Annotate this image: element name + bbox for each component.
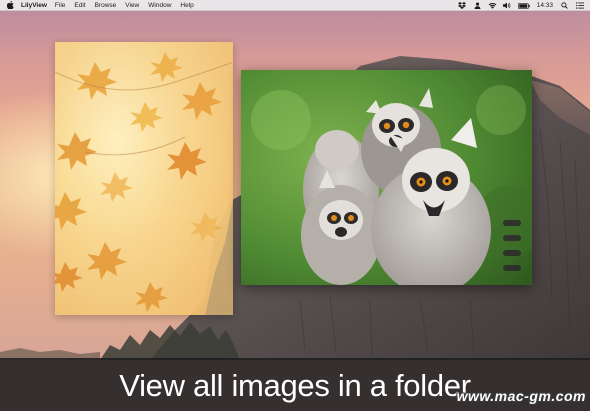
wifi-icon[interactable] [488, 1, 497, 10]
menu-file[interactable]: File [55, 2, 65, 9]
battery-icon[interactable] [518, 1, 531, 10]
image-window-lemurs[interactable] [241, 70, 532, 285]
status-area: 14:33 [458, 0, 590, 11]
list-icon[interactable] [575, 1, 584, 10]
menu-browse[interactable]: Browse [95, 2, 117, 9]
user-icon[interactable] [473, 1, 482, 10]
apple-icon[interactable] [7, 1, 15, 10]
autumn-leaves-image [55, 42, 233, 315]
menu-app-name[interactable]: LilyView [21, 2, 47, 9]
menu-window[interactable]: Window [148, 2, 171, 9]
watermark-text: www.mac-gm.com [456, 388, 586, 404]
volume-icon[interactable] [503, 1, 512, 10]
menu-help[interactable]: Help [180, 2, 193, 9]
caption-text: View all images in a folder [119, 367, 471, 403]
menu-edit[interactable]: Edit [74, 2, 85, 9]
lemurs-photo [241, 70, 532, 285]
dropbox-icon[interactable] [458, 1, 467, 10]
menu-clock[interactable]: 14:33 [537, 2, 553, 9]
image-window-autumn-leaves[interactable] [55, 42, 233, 315]
menu-view[interactable]: View [125, 2, 139, 9]
search-icon[interactable] [560, 1, 569, 10]
menu-bar: LilyView File Edit Browse View Window He… [0, 0, 590, 11]
